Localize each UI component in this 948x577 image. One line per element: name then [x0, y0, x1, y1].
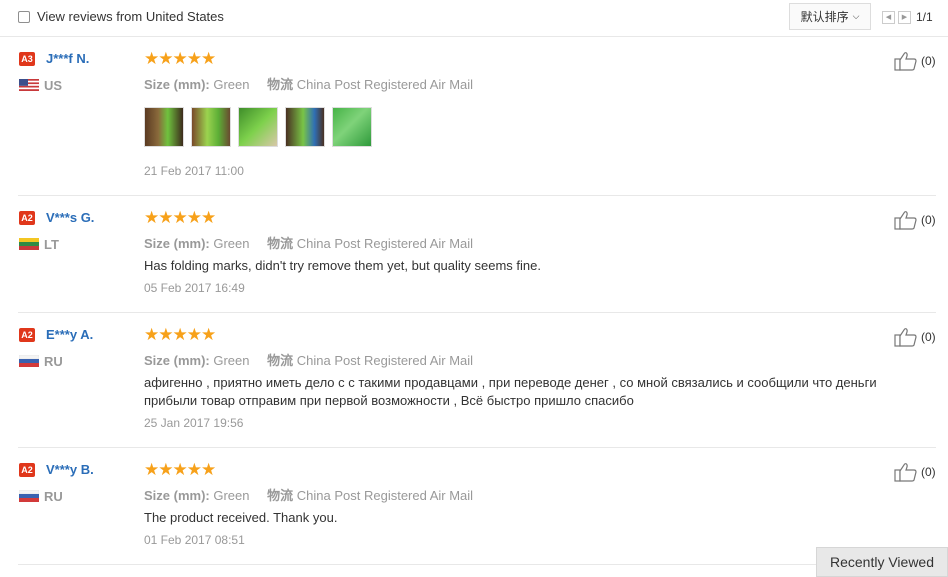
- size-value: Green: [213, 353, 250, 368]
- thumbs-up-icon: [894, 52, 917, 71]
- helpful-button[interactable]: (0): [894, 327, 936, 347]
- review-photo-thumbnail[interactable]: [238, 107, 278, 147]
- helpful-count: (0): [921, 213, 936, 227]
- shipping-label: 物流: [267, 353, 294, 368]
- thumbs-up-icon: [894, 463, 917, 482]
- helpful-count: (0): [921, 330, 936, 344]
- shipping-label: 物流: [267, 236, 294, 251]
- shipping-value: China Post Registered Air Mail: [296, 77, 474, 92]
- ru-flag-icon: [19, 355, 39, 367]
- prev-page-button[interactable]: ◀: [882, 10, 895, 24]
- review-item: A2 V***y B. RU ★★★★★ Size (mm): Green 物流…: [18, 448, 936, 565]
- review-photo-thumbnail[interactable]: [144, 107, 184, 147]
- review-photos: [144, 107, 379, 147]
- reviewer-name[interactable]: V***s G.: [46, 210, 94, 225]
- buyer-level-badge: A2: [19, 463, 35, 477]
- reviewer-name[interactable]: E***y A.: [46, 327, 93, 342]
- review-text: The product received. Thank you.: [144, 510, 338, 525]
- thumbs-up-icon: [894, 328, 917, 347]
- size-value: Green: [213, 236, 250, 251]
- review-item: A2 V***s G. LT ★★★★★ Size (mm): Green 物流…: [18, 196, 936, 313]
- review-text: Has folding marks, didn't try remove the…: [144, 258, 541, 273]
- review-text-line: афигенно , приятно иметь дело с с такими…: [144, 375, 877, 390]
- review-photo-thumbnail[interactable]: [332, 107, 372, 147]
- buyer-level-badge: A2: [19, 211, 35, 225]
- review-photo-thumbnail[interactable]: [285, 107, 325, 147]
- star-rating: ★★★★★: [144, 460, 216, 479]
- chevron-down-icon: ⌵: [852, 11, 860, 21]
- shipping-label: 物流: [267, 77, 294, 92]
- reviewer-country: RU: [44, 489, 63, 504]
- ru-flag-icon: [19, 490, 39, 502]
- helpful-button[interactable]: (0): [894, 51, 936, 71]
- reviewer-country: LT: [44, 237, 59, 252]
- next-page-button[interactable]: ▶: [898, 10, 911, 24]
- us-flag-icon: [19, 79, 39, 91]
- shipping-value: China Post Registered Air Mail: [296, 236, 474, 251]
- helpful-button[interactable]: (0): [894, 462, 936, 482]
- shipping-label: 物流: [267, 488, 294, 503]
- size-value: Green: [213, 488, 250, 503]
- order-attributes: Size (mm): Green 物流 China Post Registere…: [144, 485, 473, 504]
- reviewer-country: RU: [44, 354, 63, 369]
- review-date: 25 Jan 2017 19:56: [144, 416, 244, 430]
- order-attributes: Size (mm): Green 物流 China Post Registere…: [144, 233, 473, 252]
- filter-checkbox[interactable]: [18, 10, 30, 23]
- helpful-count: (0): [921, 54, 936, 68]
- review-date: 21 Feb 2017 11:00: [144, 164, 244, 178]
- sort-label: 默认排序: [800, 10, 849, 24]
- shipping-value: China Post Registered Air Mail: [296, 488, 474, 503]
- size-label: Size (mm):: [144, 77, 210, 92]
- size-label: Size (mm):: [144, 236, 210, 251]
- pagination: ◀ ▶ 1/1: [882, 10, 933, 24]
- review-text: афигенно , приятно иметь дело с с такими…: [144, 374, 904, 410]
- helpful-button[interactable]: (0): [894, 210, 936, 230]
- reviews-toolbar: View reviews from United States 默认排序 ⌵ ◀…: [0, 0, 948, 37]
- review-photo-thumbnail[interactable]: [191, 107, 231, 147]
- star-rating: ★★★★★: [144, 325, 216, 344]
- review-item: A2 E***y A. RU ★★★★★ Size (mm): Green 物流…: [18, 313, 936, 448]
- country-filter[interactable]: View reviews from United States: [18, 9, 224, 24]
- buyer-level-badge: A3: [19, 52, 35, 66]
- sort-dropdown[interactable]: 默认排序 ⌵: [789, 3, 871, 30]
- filter-label: View reviews from United States: [37, 9, 224, 24]
- helpful-count: (0): [921, 465, 936, 479]
- size-value: Green: [213, 77, 250, 92]
- size-label: Size (mm):: [144, 353, 210, 368]
- review-item: A3 J***f N. US ★★★★★ Size (mm): Green 物流…: [18, 37, 936, 196]
- buyer-level-badge: A2: [19, 328, 35, 342]
- star-rating: ★★★★★: [144, 208, 216, 227]
- thumbs-up-icon: [894, 211, 917, 230]
- star-rating: ★★★★★: [144, 49, 216, 68]
- recently-viewed-tab[interactable]: Recently Viewed: [816, 547, 948, 577]
- order-attributes: Size (mm): Green 物流 China Post Registere…: [144, 74, 473, 93]
- page-indicator: 1/1: [916, 10, 933, 24]
- review-date: 05 Feb 2017 16:49: [144, 281, 245, 295]
- lt-flag-icon: [19, 238, 39, 250]
- shipping-value: China Post Registered Air Mail: [296, 353, 474, 368]
- order-attributes: Size (mm): Green 物流 China Post Registere…: [144, 350, 473, 369]
- review-date: 01 Feb 2017 08:51: [144, 533, 245, 547]
- reviewer-country: US: [44, 78, 63, 93]
- reviewer-name[interactable]: V***y B.: [46, 462, 94, 477]
- reviewer-name[interactable]: J***f N.: [46, 51, 89, 66]
- size-label: Size (mm):: [144, 488, 210, 503]
- review-text-line: прибыли товар отправим при первой возмож…: [144, 393, 634, 408]
